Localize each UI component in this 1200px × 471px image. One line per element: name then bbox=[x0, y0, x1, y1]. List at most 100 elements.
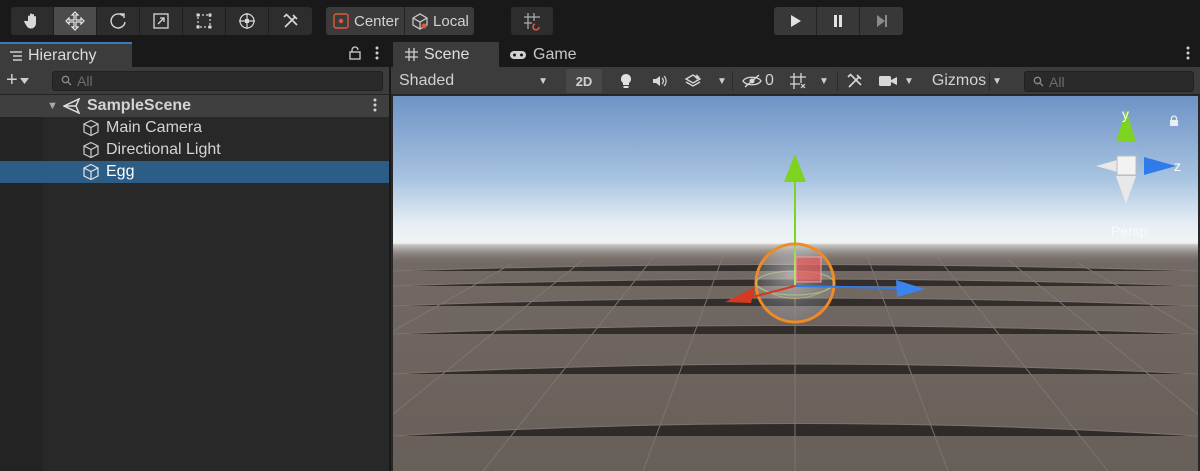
lock-icon[interactable] bbox=[1169, 115, 1179, 127]
pause-button[interactable] bbox=[817, 7, 860, 35]
hierarchy-tab-actions bbox=[349, 46, 379, 60]
hierarchy-tree: ▼ SampleScene Main Camera Directional Li… bbox=[0, 95, 389, 183]
toggle-2d-button[interactable]: 2D bbox=[566, 69, 602, 93]
gizmos-label: Gizmos bbox=[931, 72, 987, 89]
tab-hierarchy[interactable]: Hierarchy bbox=[0, 42, 132, 67]
hidden-count: 0 bbox=[765, 72, 774, 89]
pivot-center-label: Center bbox=[354, 12, 400, 30]
scene-viewport[interactable]: y z Persp bbox=[393, 96, 1198, 471]
scene-render: y z bbox=[393, 96, 1198, 471]
transform-tool-group bbox=[11, 7, 312, 35]
gizmo-z-label: z bbox=[1174, 158, 1181, 174]
hierarchy-search-placeholder: All bbox=[77, 72, 93, 89]
hierarchy-panel: Hierarchy + All ▼ SampleScene Main Camer… bbox=[0, 42, 390, 471]
pivot-local-button[interactable]: Local bbox=[405, 7, 474, 35]
egg-sphere bbox=[754, 242, 836, 324]
hierarchy-tabbar: Hierarchy bbox=[0, 42, 389, 67]
move-tool-button[interactable] bbox=[54, 7, 97, 35]
chevron-down-icon: ▼ bbox=[992, 75, 1003, 87]
add-object-button[interactable]: + bbox=[6, 69, 52, 92]
effects-toggle[interactable] bbox=[681, 69, 705, 93]
scale-icon bbox=[153, 13, 169, 29]
step-button[interactable] bbox=[860, 7, 903, 35]
hand-tool-button[interactable] bbox=[11, 7, 54, 35]
grid-snap-icon bbox=[524, 13, 540, 31]
projection-label[interactable]: Persp bbox=[1111, 223, 1148, 239]
custom-tool-button[interactable] bbox=[269, 7, 312, 35]
layers-effects-icon bbox=[684, 74, 702, 87]
camera-settings-button[interactable] bbox=[877, 69, 899, 93]
chevron-down-icon: ▼ bbox=[717, 75, 727, 87]
rotate-icon bbox=[110, 13, 126, 29]
search-icon bbox=[1033, 76, 1044, 87]
playback-controls bbox=[774, 7, 903, 35]
gameobject-cube-icon bbox=[82, 141, 100, 159]
scene-visibility-toggle[interactable]: 0 bbox=[737, 69, 779, 93]
grid-snap-button[interactable] bbox=[511, 7, 553, 35]
play-icon bbox=[791, 15, 801, 27]
center-handle-box bbox=[795, 256, 822, 283]
grid-toggle[interactable] bbox=[785, 69, 811, 93]
scene-tabbar: Scene Game bbox=[391, 42, 1200, 67]
separator bbox=[989, 71, 990, 91]
lighting-toggle[interactable] bbox=[615, 69, 637, 93]
tools-toggle[interactable] bbox=[843, 69, 867, 93]
pivot-center-button[interactable]: Center bbox=[326, 7, 406, 35]
step-icon bbox=[876, 15, 887, 27]
grid-dropdown[interactable]: ▼ bbox=[815, 69, 833, 93]
chevron-down-icon: ▼ bbox=[904, 75, 914, 87]
pivot-center-icon bbox=[333, 13, 349, 29]
more-options-icon[interactable] bbox=[1186, 46, 1190, 60]
more-options-icon[interactable] bbox=[375, 46, 379, 60]
gizmo-y-label: y bbox=[1122, 106, 1129, 122]
rect-transform-icon bbox=[196, 13, 212, 29]
camera-dropdown[interactable]: ▼ bbox=[901, 69, 917, 93]
chevron-down-icon bbox=[19, 77, 29, 84]
scene-options-icon[interactable] bbox=[373, 98, 377, 112]
transform-icon bbox=[239, 13, 255, 29]
rect-tool-button[interactable] bbox=[183, 7, 226, 35]
scene-search-input[interactable]: All bbox=[1024, 71, 1194, 92]
lock-icon[interactable] bbox=[349, 46, 361, 60]
tree-item-egg[interactable]: Egg bbox=[0, 161, 389, 183]
camera-icon bbox=[879, 76, 897, 86]
tab-scene-label: Scene bbox=[424, 45, 470, 63]
tab-hierarchy-label: Hierarchy bbox=[28, 46, 97, 64]
unity-scene-icon bbox=[63, 98, 81, 114]
draw-mode-dropdown[interactable]: Shaded ▼ bbox=[391, 69, 556, 93]
tab-game[interactable]: Game bbox=[509, 42, 577, 67]
scene-search-placeholder: All bbox=[1049, 73, 1065, 90]
scene-name: SampleScene bbox=[87, 97, 192, 114]
tab-game-label: Game bbox=[533, 45, 577, 63]
tree-item-directional-light[interactable]: Directional Light bbox=[0, 139, 389, 161]
hierarchy-search-input[interactable]: All bbox=[52, 70, 383, 91]
scene-grid-icon bbox=[405, 48, 418, 61]
grid-icon bbox=[790, 73, 806, 89]
separator bbox=[837, 71, 838, 91]
local-rotation-icon bbox=[412, 13, 428, 30]
chevron-down-icon: ▼ bbox=[538, 75, 548, 87]
draw-mode-label: Shaded bbox=[399, 72, 455, 89]
gamepad-icon bbox=[510, 50, 526, 59]
gameobject-cube-icon bbox=[82, 119, 100, 137]
transform-tool-button[interactable] bbox=[226, 7, 269, 35]
pause-icon bbox=[834, 15, 842, 27]
gameobject-cube-icon bbox=[82, 163, 100, 181]
expand-arrow-icon[interactable]: ▼ bbox=[47, 100, 58, 112]
search-icon bbox=[61, 75, 72, 86]
scale-tool-button[interactable] bbox=[140, 7, 183, 35]
audio-toggle[interactable] bbox=[649, 69, 671, 93]
tree-item-label: Directional Light bbox=[106, 141, 221, 158]
tree-item-label: Main Camera bbox=[106, 119, 203, 136]
gizmos-dropdown[interactable]: Gizmos ▼ bbox=[921, 69, 1013, 93]
play-button[interactable] bbox=[774, 7, 817, 35]
chevron-down-icon: ▼ bbox=[819, 75, 829, 87]
scene-toolbar: Shaded ▼ 2D ▼ 0 ▼ ▼ Gizmos ▼ All bbox=[391, 67, 1200, 95]
tree-item-main-camera[interactable]: Main Camera bbox=[0, 117, 389, 139]
scene-row[interactable]: ▼ SampleScene bbox=[0, 95, 389, 117]
effects-dropdown[interactable]: ▼ bbox=[713, 69, 731, 93]
tools-icon bbox=[282, 13, 298, 28]
tab-scene[interactable]: Scene bbox=[393, 42, 499, 67]
rotate-tool-button[interactable] bbox=[97, 7, 140, 35]
tree-item-label: Egg bbox=[106, 163, 135, 180]
